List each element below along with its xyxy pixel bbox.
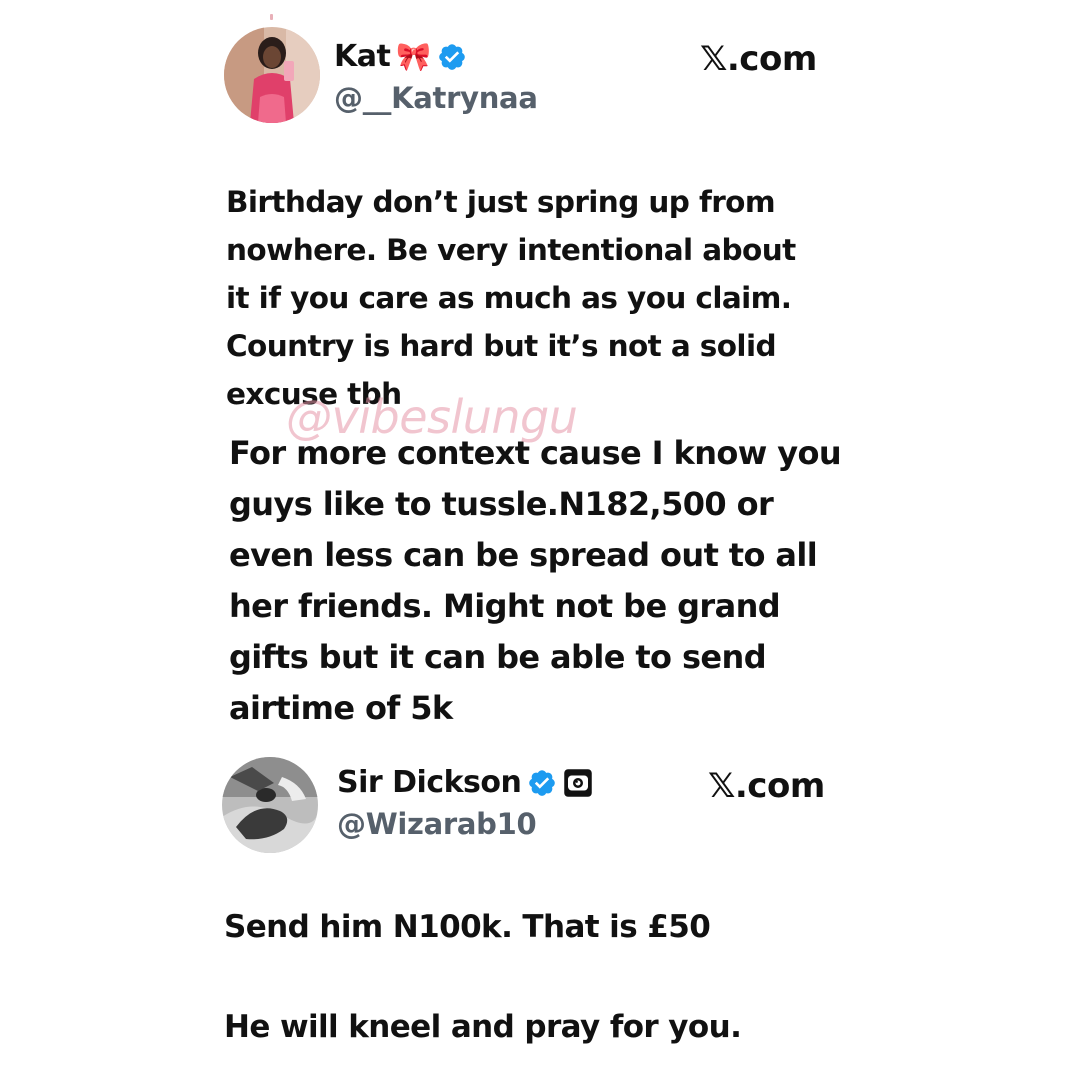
- text-line: For more context cause I know you: [229, 434, 842, 472]
- sir-dickson-display-name[interactable]: Sir Dickson: [337, 768, 522, 798]
- sir-dickson-name-row: Sir Dickson: [337, 768, 593, 798]
- kat-name-row: Kat 🎀: [334, 42, 467, 72]
- text-line: excuse tbh: [226, 377, 402, 411]
- text-line: even less can be spread out to all: [229, 536, 818, 574]
- x-com-source-label: 𝕏.com: [708, 766, 825, 806]
- text-line: gifts but it can be able to send: [229, 638, 767, 676]
- sir-dickson-avatar[interactable]: [222, 757, 318, 853]
- kat-tweet-text: Birthday don’t just spring up from nowhe…: [226, 178, 796, 418]
- kat-handle[interactable]: @__Katrynaa: [334, 84, 538, 113]
- reply-line-1: Send him N100k. That is £50: [224, 909, 711, 945]
- text-line: Birthday don’t just spring up from: [226, 185, 776, 219]
- context-text: For more context cause I know you guys l…: [229, 428, 842, 734]
- text-line: it if you care as much as you claim.: [226, 281, 792, 315]
- verified-badge-icon: [527, 768, 557, 798]
- top-mark: [270, 14, 273, 20]
- sir-dickson-handle[interactable]: @Wizarab10: [337, 810, 537, 839]
- x-com-source-label: 𝕏.com: [700, 39, 817, 79]
- profile-photo-icon: [224, 27, 320, 123]
- text-line: airtime of 5k: [229, 689, 453, 727]
- text-line: her friends. Might not be grand: [229, 587, 781, 625]
- kat-display-name[interactable]: Kat: [334, 42, 391, 72]
- text-line: nowhere. Be very intentional about: [226, 233, 796, 267]
- bow-emoji: 🎀: [396, 40, 432, 73]
- verified-badge-icon: [437, 42, 467, 72]
- text-line: Country is hard but it’s not a solid: [226, 329, 777, 363]
- camera-badge-icon: [563, 768, 593, 798]
- profile-photo-icon: [222, 757, 318, 853]
- kat-avatar[interactable]: [224, 27, 320, 123]
- reply-line-2: He will kneel and pray for you.: [224, 1009, 742, 1045]
- text-line: guys like to tussle.N182,500 or: [229, 485, 774, 523]
